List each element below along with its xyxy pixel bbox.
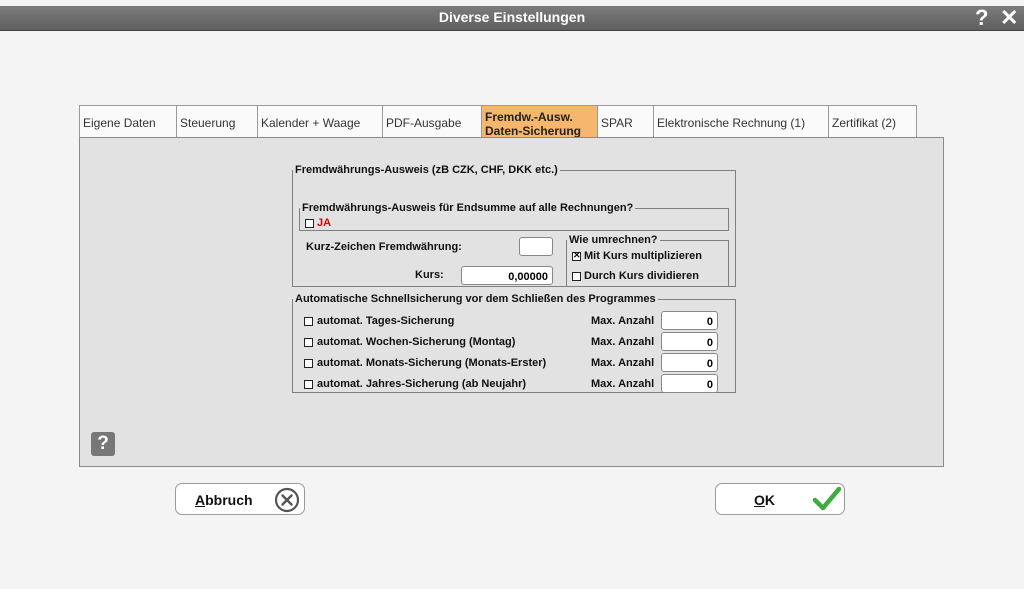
ja-checkbox[interactable] bbox=[305, 219, 314, 228]
divide-label[interactable]: Durch Kurs dividieren bbox=[584, 270, 699, 282]
ok-button[interactable]: OK bbox=[715, 483, 845, 515]
max-count-label: Max. Anzahl bbox=[591, 378, 655, 390]
auto-backup-group: Automatische Schnellsicherung vor dem Sc… bbox=[292, 293, 736, 393]
endsum-subgroup: Fremdwährungs-Ausweis für Endsumme auf a… bbox=[299, 202, 729, 231]
endsum-question: Fremdwährungs-Ausweis für Endsumme auf a… bbox=[302, 202, 634, 214]
conversion-subgroup: Wie umrechnen? Mit Kurs multiplizieren D… bbox=[566, 234, 729, 287]
conversion-title: Wie umrechnen? bbox=[569, 234, 658, 246]
tab-steuerung[interactable]: Steuerung bbox=[176, 105, 258, 137]
close-icon[interactable]: ✕ bbox=[1000, 6, 1018, 30]
ok-button-label: OK bbox=[754, 492, 776, 508]
yearly-backup-checkbox[interactable] bbox=[304, 380, 313, 389]
multiply-label[interactable]: Mit Kurs multiplizieren bbox=[584, 250, 702, 262]
currency-display-group: Fremdwährungs-Ausweis (zB CZK, CHF, DKK … bbox=[292, 164, 736, 287]
divide-checkbox[interactable] bbox=[572, 272, 581, 281]
monthly-max-input[interactable] bbox=[661, 353, 718, 372]
currency-code-label: Kurz-Zeichen Fremdwährung: bbox=[306, 241, 462, 253]
max-count-label: Max. Anzahl bbox=[591, 357, 655, 369]
help-icon[interactable]: ? bbox=[91, 432, 115, 456]
max-count-label: Max. Anzahl bbox=[591, 315, 655, 327]
currency-code-input[interactable] bbox=[519, 237, 553, 256]
tab-zertifikat[interactable]: Zertifikat (2) bbox=[828, 105, 917, 137]
cancel-circle-x-icon bbox=[274, 487, 300, 513]
rate-input[interactable] bbox=[461, 266, 553, 285]
cancel-button-label: Abbruch bbox=[195, 492, 253, 508]
help-titlebar-button[interactable]: ? bbox=[975, 6, 988, 30]
checkmark-icon bbox=[812, 486, 842, 511]
daily-backup-checkbox[interactable] bbox=[304, 317, 313, 326]
monthly-backup-label[interactable]: automat. Monats-Sicherung (Monats-Erster… bbox=[317, 357, 546, 369]
tab-label-line2: Daten-Sicherung bbox=[485, 124, 582, 138]
tab-kalender-waage[interactable]: Kalender + Waage bbox=[257, 105, 383, 137]
max-count-label: Max. Anzahl bbox=[591, 336, 655, 348]
tab-label-line1: Fremdw.-Ausw. bbox=[485, 110, 573, 124]
yearly-max-input[interactable] bbox=[661, 374, 718, 393]
daily-backup-label[interactable]: automat. Tages-Sicherung bbox=[317, 315, 454, 327]
window-titlebar: Diverse Einstellungen ? ✕ bbox=[0, 6, 1024, 31]
tab-spar[interactable]: SPAR bbox=[597, 105, 654, 137]
tab-pdf-ausgabe[interactable]: PDF-Ausgabe bbox=[382, 105, 482, 137]
ja-label[interactable]: JA bbox=[317, 217, 331, 229]
window-title: Diverse Einstellungen bbox=[438, 9, 586, 25]
rate-label: Kurs: bbox=[415, 269, 444, 281]
yearly-backup-label[interactable]: automat. Jahres-Sicherung (ab Neujahr) bbox=[317, 378, 526, 390]
weekly-backup-checkbox[interactable] bbox=[304, 338, 313, 347]
daily-max-input[interactable] bbox=[661, 311, 718, 330]
tab-elektronische-rechnung[interactable]: Elektronische Rechnung (1) bbox=[653, 105, 829, 137]
backup-group-title: Automatische Schnellsicherung vor dem Sc… bbox=[295, 293, 656, 305]
tab-fremdw-ausw-datensicherung[interactable]: Fremdw.-Ausw. Daten-Sicherung bbox=[481, 105, 598, 138]
weekly-backup-label[interactable]: automat. Wochen-Sicherung (Montag) bbox=[317, 336, 515, 348]
weekly-max-input[interactable] bbox=[661, 332, 718, 351]
cancel-button[interactable]: Abbruch bbox=[175, 483, 305, 515]
currency-group-title: Fremdwährungs-Ausweis (zB CZK, CHF, DKK … bbox=[295, 164, 558, 176]
settings-panel: Fremdwährungs-Ausweis (zB CZK, CHF, DKK … bbox=[79, 137, 944, 467]
multiply-checkbox[interactable] bbox=[572, 250, 581, 261]
tab-eigene-daten[interactable]: Eigene Daten bbox=[79, 105, 177, 137]
monthly-backup-checkbox[interactable] bbox=[304, 359, 313, 368]
